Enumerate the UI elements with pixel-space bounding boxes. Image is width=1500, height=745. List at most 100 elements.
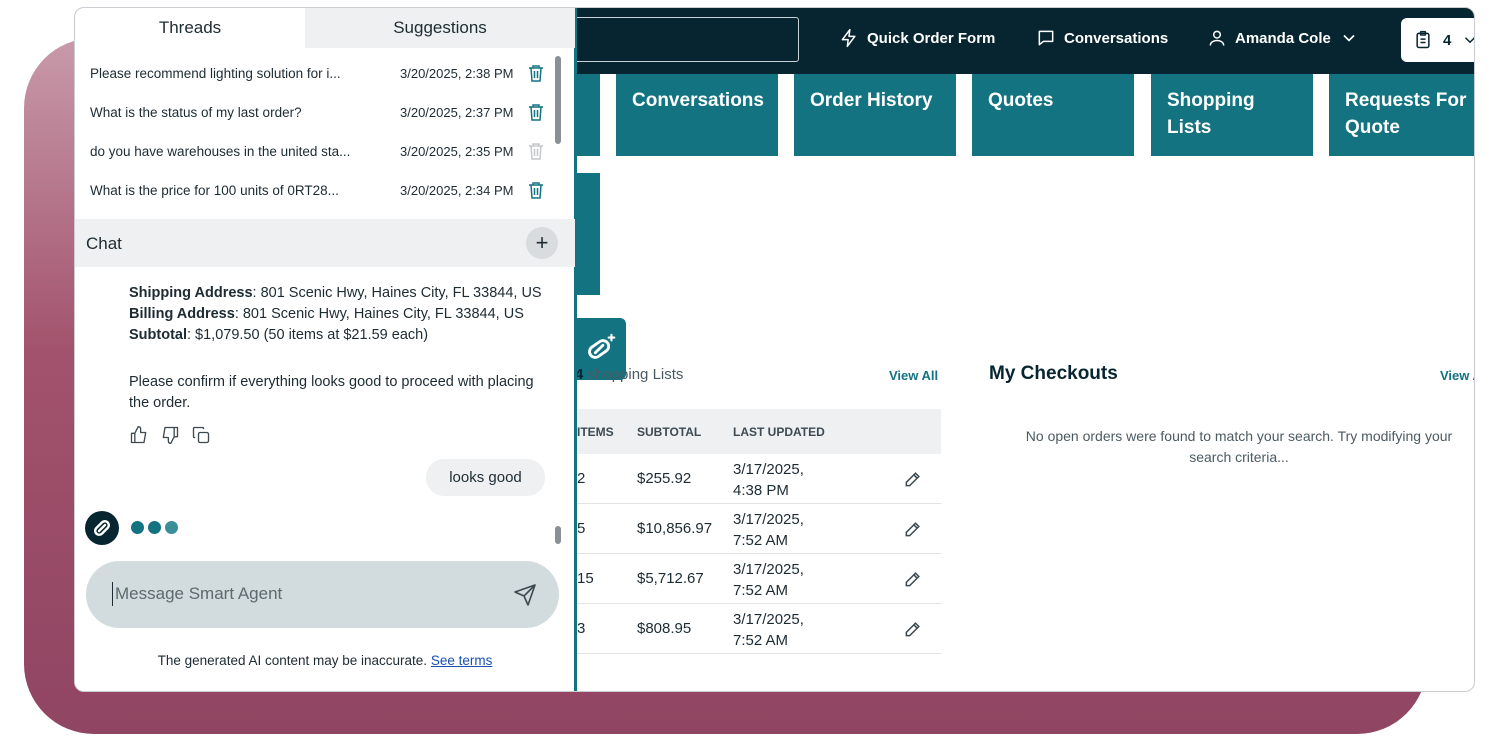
panel-tabs: Threads Suggestions	[75, 8, 575, 48]
chat-scrollbar[interactable]	[555, 526, 561, 544]
tile-conversations[interactable]: Conversations	[616, 74, 778, 156]
smart-agent-panel: Threads Suggestions Please recommend lig…	[75, 8, 577, 691]
smart-agent-icon	[587, 333, 615, 359]
row-last-updated: 3/17/2025, 4:38 PM	[733, 459, 804, 501]
row-date: 3/17/2025,	[733, 561, 804, 578]
row-items: 2	[577, 470, 586, 487]
row-date: 3/17/2025,	[733, 611, 804, 628]
ai-disclaimer: The generated AI content may be inaccura…	[75, 653, 575, 668]
row-time: 7:52 AM	[733, 632, 789, 649]
row-last-updated: 3/17/2025, 7:52 AM	[733, 609, 804, 651]
thread-date: 3/20/2025, 2:37 PM	[400, 105, 514, 120]
agent-confirm-message: Please confirm if everything looks good …	[129, 374, 534, 411]
row-time: 4:38 PM	[733, 482, 789, 499]
shopping-lists-view-all-link[interactable]: View All	[889, 368, 938, 383]
thread-item[interactable]: Please recommend lighting solution for i…	[90, 54, 560, 92]
tile-quotes[interactable]: Quotes	[972, 74, 1134, 156]
row-items: 5	[577, 520, 586, 537]
edit-pencil-icon[interactable]	[903, 569, 923, 589]
trash-icon[interactable]	[528, 64, 544, 82]
tile-shopping-lists[interactable]: Shopping Lists	[1151, 74, 1313, 156]
cart-count: 4	[1443, 31, 1452, 49]
send-icon[interactable]	[513, 583, 537, 607]
trash-icon[interactable]	[528, 103, 544, 121]
chevron-down-icon	[1465, 37, 1474, 44]
trash-icon[interactable]	[528, 181, 544, 199]
table-row[interactable]: 5 $10,856.97 3/17/2025, 7:52 AM	[575, 504, 941, 554]
thread-date: 3/20/2025, 2:34 PM	[400, 183, 514, 198]
thread-item[interactable]: What is the status of my last order? 3/2…	[90, 93, 560, 131]
chevron-down-icon	[1343, 34, 1355, 42]
row-date: 3/17/2025,	[733, 461, 804, 478]
row-last-updated: 3/17/2025, 7:52 AM	[733, 559, 804, 601]
lightning-icon	[841, 28, 856, 48]
quick-order-form-link[interactable]: Quick Order Form	[839, 28, 995, 48]
thumbs-down-icon[interactable]	[160, 425, 180, 445]
plus-icon: +	[535, 230, 549, 255]
message-input-container	[86, 561, 559, 628]
tab-threads[interactable]: Threads	[75, 8, 305, 48]
row-subtotal: $808.95	[637, 620, 692, 637]
see-terms-link[interactable]: See terms	[431, 653, 493, 668]
user-icon	[1209, 30, 1225, 46]
user-name: Amanda Cole	[1235, 29, 1331, 47]
user-menu[interactable]: Amanda Cole	[1207, 28, 1359, 48]
shopping-lists-table: ITEMS SUBTOTAL LAST UPDATED 2 $255.92 3/…	[575, 409, 941, 654]
new-chat-button[interactable]: +	[526, 227, 558, 259]
my-checkouts-title: My Checkouts	[989, 363, 1118, 384]
tab-suggestions[interactable]: Suggestions	[305, 8, 575, 48]
edit-pencil-icon[interactable]	[903, 519, 923, 539]
shipping-address-label: Shipping Address	[129, 285, 253, 301]
message-input[interactable]	[112, 582, 492, 606]
copy-icon[interactable]	[191, 425, 211, 445]
smart-agent-logo-icon	[93, 519, 111, 537]
row-subtotal: $10,856.97	[637, 520, 713, 537]
row-items: 15	[577, 570, 594, 587]
thumbs-up-icon[interactable]	[129, 425, 149, 445]
agent-message: Shipping Address: 801 Scenic Hwy, Haines…	[129, 283, 549, 346]
row-time: 7:52 AM	[733, 582, 789, 599]
conversations-label: Conversations	[1064, 29, 1169, 47]
typing-indicator	[131, 521, 178, 534]
user-message-bubble: looks good	[426, 459, 545, 496]
checkouts-empty-message: No open orders were found to match your …	[1025, 428, 1453, 465]
shipping-address-value: : 801 Scenic Hwy, Haines City, FL 33844,…	[252, 285, 542, 301]
tile-partial[interactable]	[575, 74, 600, 156]
trash-icon[interactable]	[528, 142, 544, 160]
thread-list-scrollbar[interactable]	[555, 56, 561, 144]
table-row[interactable]: 15 $5,712.67 3/17/2025, 7:52 AM	[575, 554, 941, 604]
thread-list: Please recommend lighting solution for i…	[75, 54, 575, 218]
edit-pencil-icon[interactable]	[903, 619, 923, 639]
smart-agent-avatar	[85, 511, 119, 545]
shopping-lists-label: shopping Lists	[587, 366, 684, 383]
table-row[interactable]: 3 $808.95 3/17/2025, 7:52 AM	[575, 604, 941, 654]
table-row[interactable]: 2 $255.92 3/17/2025, 4:38 PM	[575, 454, 941, 504]
column-last-updated: LAST UPDATED	[733, 425, 825, 439]
tile-partial-second-row[interactable]	[575, 173, 600, 295]
row-date: 3/17/2025,	[733, 511, 804, 528]
chat-section-header: Chat +	[75, 219, 575, 267]
table-header: ITEMS SUBTOTAL LAST UPDATED	[575, 409, 941, 454]
tile-requests-for-quote[interactable]: Requests For Quote	[1329, 74, 1474, 156]
row-time: 7:52 AM	[733, 532, 789, 549]
thread-title: What is the price for 100 units of 0RT28…	[90, 183, 339, 198]
thread-date: 3/20/2025, 2:35 PM	[400, 144, 514, 159]
billing-address-label: Billing Address	[129, 306, 235, 322]
app-window: Quick Order Form Conversations Amanda Co…	[74, 7, 1475, 692]
tile-order-history[interactable]: Order History	[794, 74, 956, 156]
message-feedback-actions	[129, 425, 211, 445]
row-last-updated: 3/17/2025, 7:52 AM	[733, 509, 804, 551]
shopping-lists-header: 4 shopping Lists	[575, 366, 940, 390]
edit-pencil-icon[interactable]	[903, 469, 923, 489]
chat-bubble-icon	[1038, 30, 1054, 46]
thread-item[interactable]: do you have warehouses in the united sta…	[90, 132, 560, 170]
cart-button[interactable]: 4	[1401, 18, 1474, 62]
checkouts-view-all-link[interactable]: View All	[1440, 368, 1474, 383]
subtotal-value: : $1,079.50 (50 items at $21.59 each)	[187, 327, 429, 343]
thread-title: What is the status of my last order?	[90, 105, 302, 120]
thread-item[interactable]: What is the price for 100 units of 0RT28…	[90, 171, 560, 209]
disclaimer-text: The generated AI content may be inaccura…	[157, 653, 428, 668]
thread-title: do you have warehouses in the united sta…	[90, 144, 351, 159]
clipboard-icon	[1416, 30, 1430, 49]
conversations-link[interactable]: Conversations	[1036, 28, 1168, 48]
